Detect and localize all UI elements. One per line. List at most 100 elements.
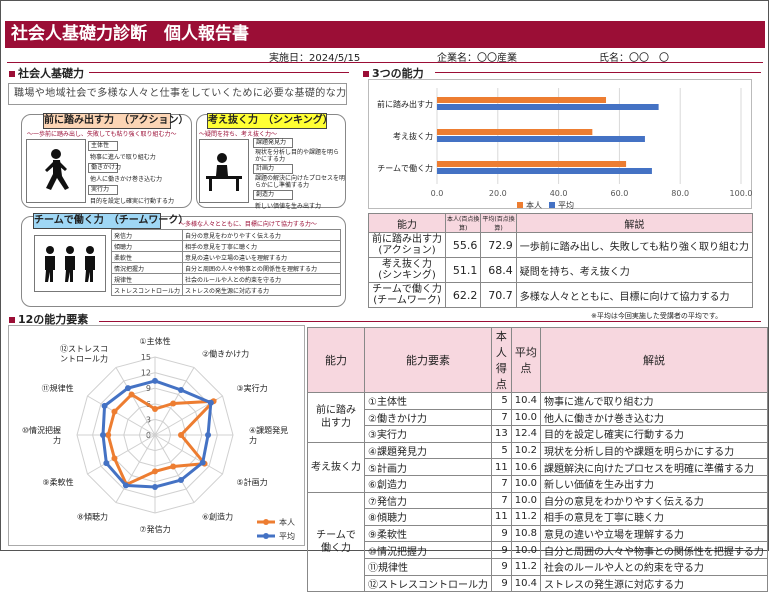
ability-cell: 前に踏み出す力 (アクション)	[368, 232, 446, 258]
explanation-cell: 自分の意見をわかりやすく伝える力	[540, 491, 768, 510]
twelve-element-radar-chart: 03691215①主体性②働きかけ力③実行力④課題発見力⑤計画力⑥創造力⑦発信力…	[8, 325, 305, 546]
radar-point	[152, 377, 158, 384]
ability-cell: 前に踏み 出す力	[307, 392, 365, 443]
self-score-cell: 7	[491, 474, 512, 493]
legend-label: 平均	[558, 200, 574, 210]
element-name-initiative: 主体性	[88, 141, 118, 151]
table-row: ⑤計画力 11 10.6 課題解決に向けたプロセスを明確に準備する力	[308, 458, 768, 476]
radar-category-label: ④課題発見力	[249, 425, 288, 445]
bar-本人	[437, 97, 607, 103]
radar-legend-label: 平均	[279, 531, 295, 541]
th12-ability: 能力	[307, 327, 365, 393]
th-average: 平均(百点換算)	[480, 213, 517, 233]
bar-x-tick-label: 80.0	[671, 189, 689, 198]
report-frame: 社会人基礎力診断 個人報告書 実施日：2024/5/15 企業名：〇〇産業 氏名…	[0, 0, 769, 592]
element-name-issue-finding: 課題発見力	[253, 138, 293, 148]
teamwork-element-row: ストレスコントロール力 ストレスの発生源に対応する力	[110, 284, 341, 296]
element-cell: ①主体性	[364, 392, 492, 410]
explanation-cell: 目的を設定し確実に行動する力	[540, 425, 768, 443]
radar-category-label: ①主体性	[139, 336, 170, 346]
teamwork-element-row: 柔軟性 意見の違いや立場の違いを理解する力	[110, 251, 341, 263]
ability-label-thinking: 考え抜く力 （シンキング）	[207, 113, 333, 129]
person-desk-icon-box	[199, 139, 249, 203]
element-name: 規律性	[110, 273, 184, 285]
average-cell: 10.0	[510, 408, 542, 427]
teamwork-element-row: 発信力 自分の意見をわかりやすく伝える力	[110, 229, 341, 241]
ability-subtitle-teamwork: ～多様な人々とともに、目標に向けて協力する力～	[179, 221, 317, 228]
radar-point	[152, 484, 158, 490]
self-score-cell: 9	[491, 524, 512, 543]
legend-swatch	[549, 202, 555, 208]
element-name-execution: 実行力	[88, 185, 118, 195]
legend-label: 本人	[526, 200, 542, 210]
average-cell: 68.4	[480, 257, 517, 283]
average-cell: 10.2	[510, 441, 542, 460]
teamwork-element-row: 規律性 社会のルールや人との約束を守る力	[110, 273, 341, 285]
radar-point	[111, 408, 118, 415]
explanation-cell: 意見の違いや立場を理解する力	[540, 524, 768, 543]
radar-category-label: ⑨柔軟性	[42, 477, 73, 487]
table-row: ⑪規律性 9 11.2 社会のルールや人との約束を守る力	[308, 557, 768, 576]
radar-point	[103, 460, 110, 467]
element-cell: ④課題発見力	[364, 441, 492, 460]
radar-legend-marker	[263, 533, 269, 539]
element-desc: ストレスの発生源に対応する力	[182, 284, 341, 296]
table-row: 前に踏み 出す力 ①主体性 5 10.4 物事に進んで取り組む力	[307, 392, 768, 443]
th-self-score: 本人(百点換算)	[444, 213, 482, 233]
table-row: チームで 働く力 ⑦発信力 7 10.0 自分の意見をわかりやすく伝える力	[307, 491, 768, 592]
th-ability: 能力	[368, 213, 446, 233]
radar-legend-marker	[263, 519, 269, 525]
person-walking-icon-box	[26, 139, 86, 203]
bar-x-tick-label: 40.0	[550, 189, 568, 198]
table-row: ⑨柔軟性 9 10.8 意見の違いや立場を理解する力	[308, 524, 768, 543]
teamwork-element-row: 情況把握力 自分と周囲の人々や物事との関係性を理解する力	[110, 262, 341, 274]
bar-x-tick-label: 60.0	[610, 189, 628, 198]
radar-point	[199, 459, 206, 466]
element-cell: ⑩情況把握力	[364, 541, 492, 559]
explanation-cell: 疑問を持ち、考え抜く力	[515, 257, 754, 283]
element-desc: 社会のルールや人との約束を守る力	[182, 273, 341, 285]
table-row: ③実行力 13 12.4 目的を設定し確実に行動する力	[308, 425, 768, 443]
table-row: 考え抜く力 (シンキング) 51.1 68.4 疑問を持ち、考え抜く力	[368, 257, 754, 283]
radar-point	[170, 463, 177, 470]
section-title-basic: 社会人基礎力	[9, 65, 84, 81]
radar-category-label: ⑧傾聴力	[77, 511, 108, 521]
th12-self-score: 本人得点	[491, 327, 512, 393]
element-name-influence: 働きかけ力	[88, 163, 121, 173]
three-ability-table: 能力 本人(百点換算) 平均(百点換算) 解説 前に踏み出す力 (アクション) 55…	[368, 213, 754, 308]
element-desc: 自分の意見をわかりやすく伝える力	[182, 229, 341, 241]
bar-本人	[437, 161, 627, 167]
average-cell: 10.0	[510, 541, 542, 559]
explanation-cell: 一歩前に踏み出し、失敗しても粘り強く取り組む力	[515, 232, 754, 258]
element-desc-issue-finding: 現状を分析し目的や課題を明ら かにする力	[255, 149, 340, 163]
self-score-cell: 9	[491, 574, 512, 592]
radar-point	[178, 432, 184, 438]
th12-element: 能力要素	[364, 327, 492, 393]
element-cell: ⑦発信力	[364, 491, 492, 510]
radar-tick-label: 12	[141, 369, 151, 378]
ability-cell: 考え抜く力 (シンキング)	[368, 257, 446, 283]
ability-label-teamwork: チームで働く力 （チームワーク）	[33, 213, 188, 229]
average-cell: 10.4	[510, 574, 542, 592]
radar-category-label: ⑥創造力	[202, 511, 233, 521]
twelve-element-table: 能力 能力要素 本人得点 平均点 解説 前に踏み 出す力 ①主体性 5 10.4 物事に進…	[307, 327, 768, 592]
person-walking-icon	[45, 149, 69, 190]
radar-category-label: ⑫ストレスコントロール力	[60, 345, 108, 364]
person-thinking-at-desk-icon	[206, 153, 242, 191]
element-cell: ⑫ストレスコントロール力	[364, 574, 492, 592]
radar-point	[205, 432, 212, 438]
average-footnote: ※平均は今回実施した受講者の平均です。	[591, 312, 723, 320]
table-row: 前に踏み出す力 (アクション) 55.6 72.9 一歩前に踏み出し、失敗しても粘り強く…	[368, 232, 754, 258]
teamwork-element-table: 発信力 自分の意見をわかりやすく伝える力 傾聴力 相手の意見を丁寧に聴く力 柔軟性 意見の…	[110, 229, 341, 296]
self-score-cell: 9	[491, 557, 512, 576]
average-cell: 72.9	[480, 232, 517, 258]
radar-point	[178, 386, 184, 393]
header-divider	[7, 62, 763, 63]
section-marker-icon	[9, 71, 15, 77]
self-score-cell: 9	[491, 541, 512, 559]
self-score-cell: 7	[491, 408, 512, 427]
element-cell: ⑧傾聴力	[364, 508, 492, 526]
element-name-creativity: 創造力	[253, 190, 293, 200]
element-desc-creativity: 新しい価値を生み出す力	[255, 203, 322, 210]
table-row: チームで働く力 (チームワーク) 62.2 70.7 多様な人々とともに、目標に向けて協…	[368, 282, 754, 308]
